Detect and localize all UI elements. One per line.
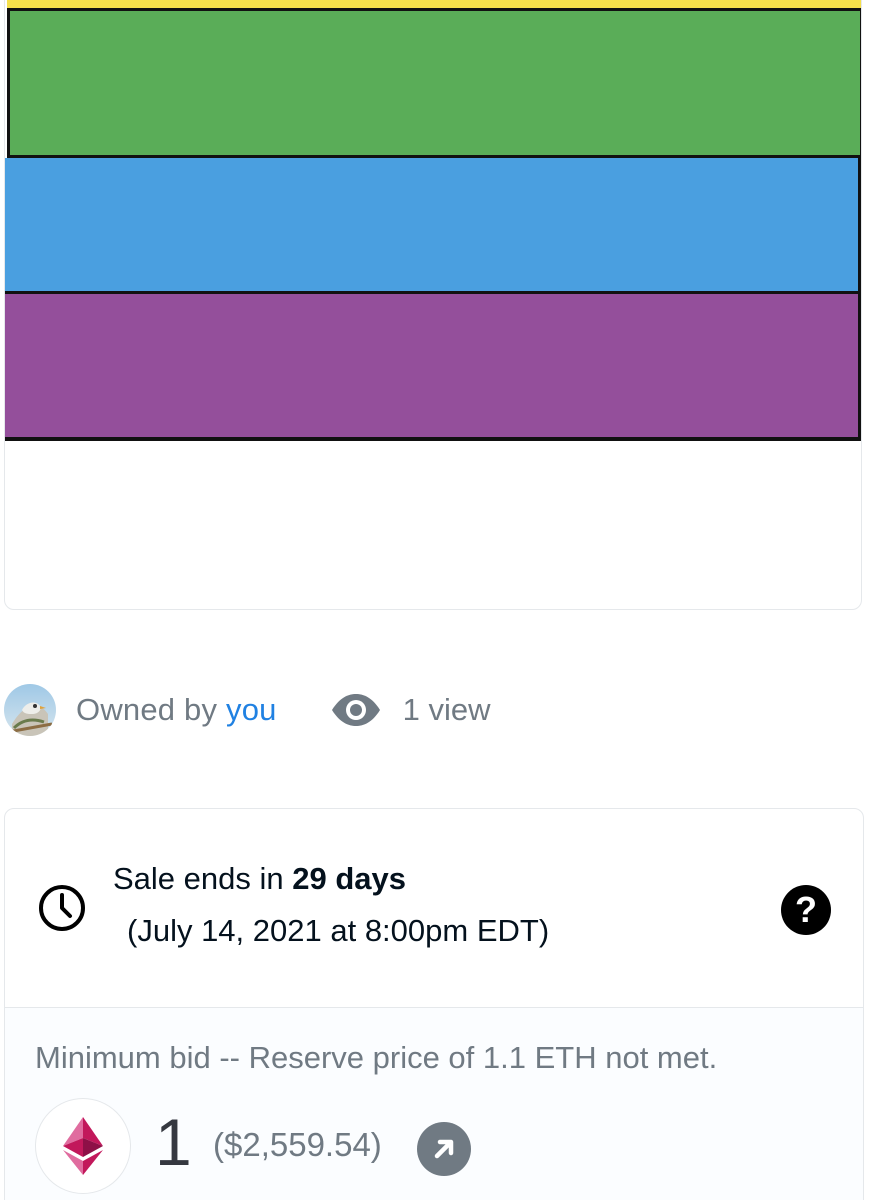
- sale-end-date: (July 14, 2021 at 8:00pm EDT): [127, 913, 550, 948]
- artwork-stripe-blue: [5, 158, 861, 294]
- artwork-card[interactable]: [4, 0, 862, 610]
- sale-ends-duration: 29 days: [292, 861, 406, 896]
- owner-link[interactable]: you: [226, 692, 277, 727]
- eye-icon: [329, 692, 383, 728]
- page: Owned by you 1 view Sale ends in 29 days…: [0, 0, 872, 1200]
- sale-header: Sale ends in 29 days (July 14, 2021 at 8…: [5, 809, 863, 1008]
- artwork-stripe-purple: [5, 294, 861, 441]
- artwork-stripe-green: [7, 11, 861, 158]
- owner-views-row: Owned by you 1 view: [4, 682, 490, 738]
- owned-by-text: Owned by you: [76, 692, 277, 728]
- sale-panel: Sale ends in 29 days (July 14, 2021 at 8…: [4, 808, 864, 1200]
- price-section: Minimum bid -- Reserve price of 1.1 ETH …: [5, 1008, 863, 1200]
- artwork-stripe-yellow: [7, 0, 861, 11]
- price-usd: ($2,559.54): [213, 1126, 382, 1163]
- avatar-bird-icon[interactable]: [4, 684, 56, 736]
- sale-ends-text: Sale ends in 29 days: [113, 861, 406, 897]
- clock-icon: [39, 885, 85, 931]
- view-count: 1 view: [402, 692, 491, 727]
- minimum-bid-label: Minimum bid -- Reserve price of 1.1 ETH …: [35, 1040, 718, 1075]
- arrow-up-right-icon[interactable]: [417, 1122, 471, 1176]
- sale-ends-prefix: Sale ends in: [113, 861, 293, 896]
- price-eth: 1: [155, 1105, 192, 1179]
- owned-by-label: Owned by: [76, 692, 226, 727]
- help-icon[interactable]: ?: [781, 885, 831, 935]
- ethereum-icon[interactable]: [35, 1098, 131, 1194]
